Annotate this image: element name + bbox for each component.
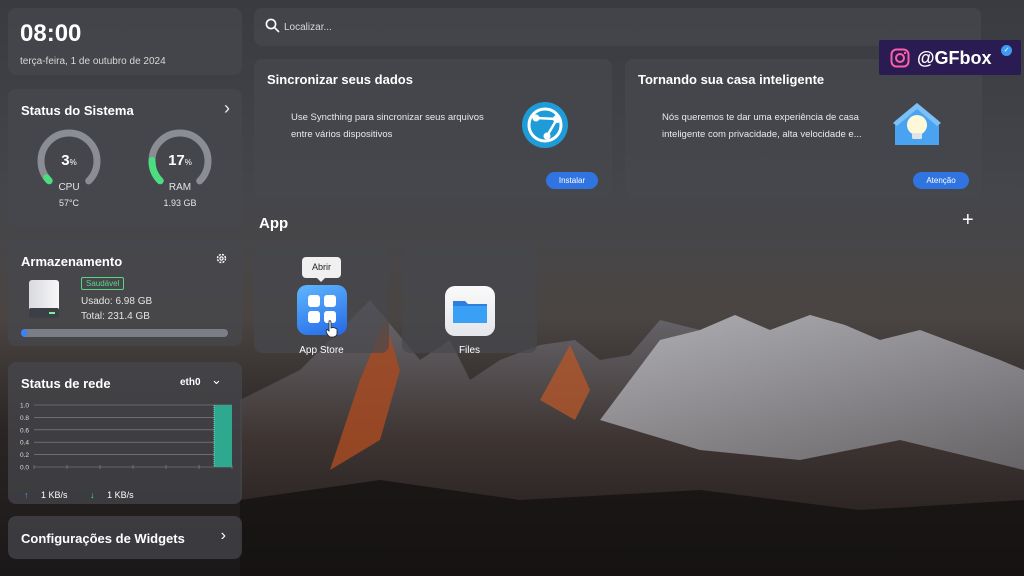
storage-title: Armazenamento [21,254,123,269]
network-title: Status de rede [21,376,111,391]
storage-widget[interactable]: Armazenamento Saudável Usado: 6.98 GB To… [8,240,242,346]
smart-home-bulb-icon [893,103,941,145]
watermark-handle: @GFbox [917,48,992,68]
hard-drive-icon [27,279,61,319]
folder-icon [445,286,495,336]
storage-progress-fill [21,329,28,337]
syncthing-icon [522,102,568,148]
chevron-right-icon: › [220,527,226,544]
y-tick-label: 0.2 [20,452,29,459]
network-status-widget[interactable]: Status de rede eth0 ⌄ 1.0 0.8 0.6 0.4 0.2 0.0… [8,362,242,504]
add-app-button[interactable]: + [962,209,974,232]
arrow-up-icon: ↑ [24,490,29,500]
storage-progress-bar [21,329,228,337]
y-tick-label: 1.0 [20,403,29,410]
network-interface-select[interactable]: eth0 [180,377,201,388]
chevron-down-icon[interactable]: ⌄ [211,372,222,388]
network-traffic-bar [214,405,232,467]
clock-widget: 08:00 terça-feira, 1 de outubro de 2024 [8,8,242,75]
cpu-value: 3% [61,152,77,169]
smart-home-card-description: Nós queremos te dar uma experiência de c… [662,112,862,140]
status-badge: Saudável [81,277,125,290]
smart-home-card-title: Tornando sua casa inteligente [638,72,825,87]
widget-settings-button[interactable]: Configurações de Widgets › [8,516,242,559]
y-tick-label: 0.0 [20,465,29,472]
app-section-title: App [259,215,289,232]
y-tick-label: 0.8 [20,415,29,422]
app-tile-files[interactable]: Files [402,247,537,356]
attention-button[interactable]: Atenção [913,172,969,189]
search-input[interactable] [284,17,784,37]
ram-label: RAM [168,182,192,193]
sync-card[interactable]: Sincronizar seus dados Use Syncthing par… [254,59,612,198]
storage-total: Total: 231.4 GB [81,311,150,322]
ram-used: 1.93 GB [163,198,197,208]
verified-check-icon: ✓ [1001,45,1012,56]
cpu-gauge: 3% CPU 57°C [36,128,102,208]
sync-card-description: Use Syncthing para sincronizar seus arqu… [291,112,484,140]
system-status-title: Status do Sistema [21,103,134,118]
open-tooltip: Abrir [302,257,341,282]
hand-cursor-icon [325,320,338,338]
storage-used: Usado: 6.98 GB [81,296,153,307]
watermark: @GFbox ✓ [879,40,1021,75]
sync-card-title: Sincronizar seus dados [267,72,413,87]
widget-settings-label: Configurações de Widgets [21,531,185,546]
app-store-icon [297,285,347,335]
ram-gauge: 17% RAM 1.93 GB [147,128,213,208]
app-tile-label: Files [458,345,481,356]
arrow-down-icon: ↓ [90,490,95,500]
network-chart: 1.0 0.8 0.6 0.4 0.2 0.0 [20,403,233,472]
cpu-label: CPU [58,182,80,193]
gear-icon[interactable] [215,252,228,268]
ram-value: 17% [168,152,192,169]
y-tick-label: 0.6 [20,427,29,434]
clock-time: 08:00 [20,20,82,47]
upload-rate: ↑ 1 KB/s [24,490,68,500]
chevron-right-icon[interactable]: › [224,98,230,119]
cpu-temperature: 57°C [58,198,80,208]
clock-date: terça-feira, 1 de outubro de 2024 [20,56,166,67]
download-rate: ↓ 1 KB/s [90,490,134,500]
instagram-icon [890,48,910,68]
app-tile-label: App Store [299,345,344,356]
smart-home-card[interactable]: Tornando sua casa inteligente Nós querem… [625,59,982,198]
search-bar[interactable] [254,8,981,46]
y-tick-label: 0.4 [20,440,29,447]
search-icon [265,18,280,33]
install-button[interactable]: Instalar [546,172,598,189]
network-rates: ↑ 1 KB/s ↓ 1 KB/s [24,490,154,500]
system-status-widget[interactable]: Status do Sistema › 3% CPU 57°C 17% RAM … [8,89,242,227]
